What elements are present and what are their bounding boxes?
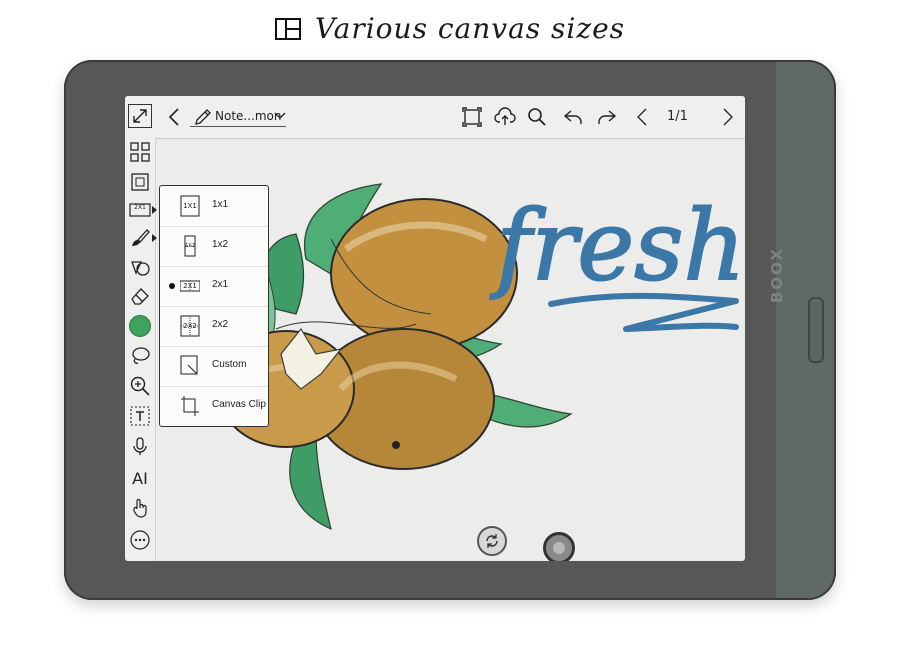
template-icon [131, 173, 149, 191]
refresh-float-button[interactable] [477, 526, 507, 556]
redo-button[interactable] [595, 105, 619, 129]
microphone-icon [133, 437, 147, 455]
canvas-option-label: Custom [212, 359, 247, 370]
lasso-button[interactable] [128, 344, 152, 368]
quick-tool-float-button[interactable] [543, 532, 575, 561]
canvas-option-label: 1x2 [212, 239, 229, 250]
title-underline [190, 126, 286, 127]
frame-icon [462, 107, 482, 127]
document-title[interactable]: Note...mon [215, 109, 282, 123]
canvas-1x1-icon-label: 1X1 [183, 202, 197, 210]
device-page-button[interactable] [808, 297, 824, 363]
shape-button[interactable] [128, 256, 152, 280]
canvas-option-label: 2x2 [212, 319, 229, 330]
refresh-icon [486, 534, 498, 548]
eraser-button[interactable] [128, 284, 152, 308]
zoom-button[interactable] [128, 374, 152, 398]
expand-icon [133, 109, 147, 123]
shape-icon [131, 261, 150, 276]
custom-size-icon [180, 355, 198, 375]
canvas-size-icon-label: 2X1 [134, 204, 146, 211]
brush-icon [132, 229, 150, 246]
search-button[interactable] [525, 105, 549, 129]
pen-button[interactable] [128, 226, 152, 250]
canvas-option-label: 1x1 [212, 199, 229, 210]
canvas-option-clip[interactable]: Canvas Clip [160, 386, 268, 426]
device-brand: BOOX [768, 247, 786, 303]
pencil-icon [195, 109, 211, 125]
cloud-sync-button[interactable] [493, 105, 517, 129]
top-toolbar: Note...mon 1/1 [125, 96, 745, 139]
hand-pointer-icon [133, 498, 147, 518]
banner: Various canvas sizes [0, 8, 901, 52]
canvas-option-label: 2x1 [212, 279, 229, 290]
pen-color-swatch [129, 315, 151, 337]
more-button[interactable] [128, 528, 152, 552]
chevron-left-icon [168, 108, 179, 126]
lasso-icon [132, 347, 150, 364]
left-toolbar: 2X1 AI [125, 138, 157, 561]
canvas-layout-icon [275, 17, 301, 40]
touch-button[interactable] [128, 496, 152, 520]
redo-icon [598, 110, 617, 124]
back-button[interactable] [163, 105, 187, 129]
chevron-right-icon [723, 108, 733, 126]
canvas-1x2-icon-label: 1X2 [185, 243, 195, 249]
canvas-option-2x2[interactable]: 2X2 2x2 [160, 306, 268, 347]
next-page-button[interactable] [715, 105, 739, 129]
page-indicator: 1/1 [667, 109, 688, 124]
expand-button[interactable] [128, 104, 152, 128]
template-button[interactable] [128, 170, 152, 194]
canvas-option-2x1[interactable]: 2X1 2x1 [160, 266, 268, 307]
grid-view-button[interactable] [128, 140, 152, 164]
grid-icon [130, 142, 150, 162]
undo-icon [563, 110, 582, 124]
cloud-upload-icon [494, 107, 516, 125]
canvas-option-1x1[interactable]: 1X1 1x1 [160, 186, 268, 227]
pen-color-button[interactable] [128, 314, 152, 338]
screen: Note...mon 1/1 2X1 AI fresh 1X1 1x1 1X2 … [125, 96, 745, 561]
ai-button[interactable]: AI [128, 466, 152, 490]
canvas-2x1-icon-label: 2X1 [183, 282, 197, 290]
canvas-size-button[interactable]: 2X1 [128, 198, 152, 222]
canvas-option-label: Canvas Clip [212, 399, 266, 410]
fit-canvas-button[interactable] [460, 105, 484, 129]
device-side-panel [776, 62, 834, 598]
canvas-option-1x2[interactable]: 1X2 1x2 [160, 226, 268, 267]
text-box-button[interactable] [128, 404, 152, 428]
undo-button[interactable] [561, 105, 585, 129]
more-icon [130, 530, 150, 550]
canvas-2x2-icon-label: 2X2 [183, 322, 197, 330]
ai-label: AI [132, 468, 148, 488]
canvas-option-custom[interactable]: Custom [160, 346, 268, 387]
zoom-in-icon [130, 376, 150, 396]
chevron-left-icon [637, 108, 647, 126]
selected-indicator [169, 283, 175, 289]
voice-button[interactable] [128, 434, 152, 458]
search-icon [528, 108, 546, 126]
banner-title: Various canvas sizes [315, 12, 626, 45]
chevron-down-icon[interactable] [274, 111, 286, 121]
previous-page-button[interactable] [631, 105, 655, 129]
eraser-icon [131, 288, 149, 305]
fresh-lettering: fresh [489, 189, 745, 332]
text-box-icon [130, 406, 150, 426]
canvas-clip-icon [181, 396, 199, 416]
canvas-size-menu: 1X1 1x1 1X2 1x2 2X1 2x1 2X2 2x2 Custom C… [159, 185, 269, 427]
drawing-text: fresh [490, 190, 745, 302]
circle-icon [553, 542, 565, 554]
